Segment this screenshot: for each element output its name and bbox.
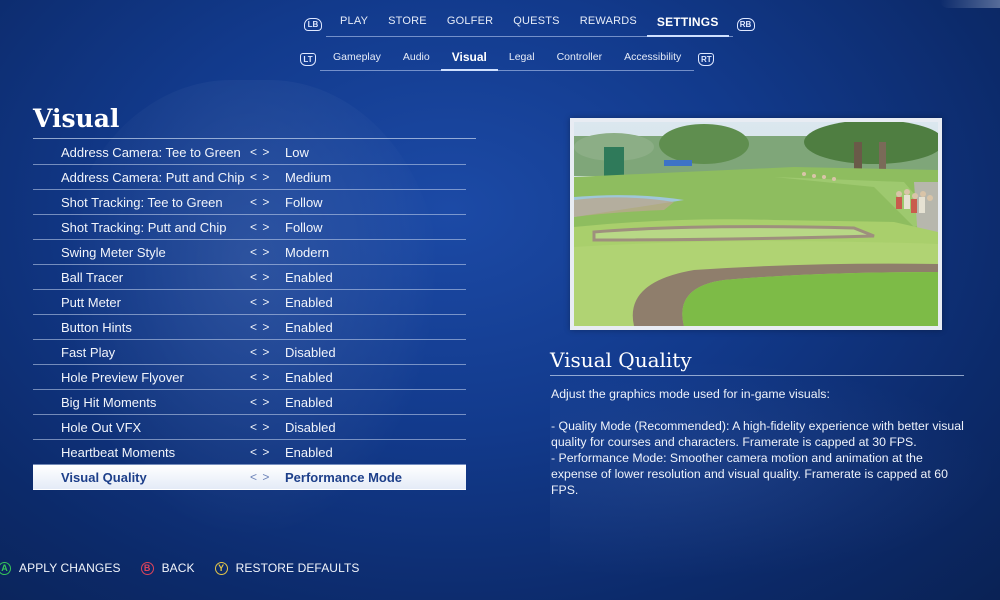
golf-course-illustration [574,122,938,326]
subtab-controller[interactable]: Controller [546,47,614,70]
settings-subnav-tabs: Gameplay Audio Visual Legal Controller A… [320,47,695,71]
settings-subnav: LT Gameplay Audio Visual Legal Controlle… [296,47,718,71]
restore-defaults-button[interactable]: Y RESTORE DEFAULTS [214,561,360,575]
tab-play[interactable]: PLAY [330,11,378,36]
setting-label: Ball Tracer [61,269,124,285]
setting-value: Disabled [285,344,336,360]
footer-button-hints: A APPLY CHANGES B BACK Y RESTORE DEFAULT… [0,561,380,575]
rt-trigger-icon[interactable]: RT [698,52,715,66]
lt-trigger-icon[interactable]: LT [300,52,316,66]
setting-label: Button Hints [61,319,132,335]
left-right-arrows-icon[interactable]: < > [250,445,270,459]
setting-row-visual-quality[interactable]: Visual Quality < > Performance Mode [33,465,466,490]
section-title: Visual [33,104,120,133]
setting-label: Shot Tracking: Putt and Chip [61,219,227,235]
description-body: Adjust the graphics mode used for in-gam… [551,387,964,497]
subtab-gameplay[interactable]: Gameplay [322,47,392,70]
setting-value: Enabled [285,319,333,335]
y-button-icon: Y [214,561,228,575]
left-right-arrows-icon[interactable]: < > [250,470,270,484]
setting-value: Follow [285,194,323,210]
setting-row-heartbeat-moments[interactable]: Heartbeat Moments < > Enabled [33,440,466,465]
setting-value: Modern [285,244,330,260]
left-right-arrows-icon[interactable]: < > [250,345,270,359]
left-right-arrows-icon[interactable]: < > [250,195,270,209]
subtab-accessibility[interactable]: Accessibility [613,47,692,70]
setting-label: Fast Play [61,344,116,360]
setting-value: Enabled [285,369,333,385]
setting-row-ball-tracer[interactable]: Ball Tracer < > Enabled [33,265,466,290]
setting-row-fast-play[interactable]: Fast Play < > Disabled [33,340,466,365]
setting-value: Performance Mode [285,469,403,485]
a-button-icon: A [0,561,11,575]
setting-row-swing-meter-style[interactable]: Swing Meter Style < > Modern [33,240,466,265]
setting-row-hole-out-vfx[interactable]: Hole Out VFX < > Disabled [33,415,466,440]
b-button-icon: B [140,561,154,575]
left-right-arrows-icon[interactable]: < > [250,395,270,409]
setting-label: Visual Quality [61,469,147,485]
setting-value: Enabled [285,294,333,310]
left-right-arrows-icon[interactable]: < > [250,420,270,434]
setting-row-shot-tracking-putt-and-chip[interactable]: Shot Tracking: Putt and Chip < > Follow [33,215,466,240]
setting-row-putt-meter[interactable]: Putt Meter < > Enabled [33,290,466,315]
left-right-arrows-icon[interactable]: < > [250,145,270,159]
setting-row-hole-preview-flyover[interactable]: Hole Preview Flyover < > Enabled [33,365,466,390]
setting-label: Shot Tracking: Tee to Green [61,194,223,210]
back-label: BACK [161,561,195,575]
apply-changes-label: APPLY CHANGES [19,561,121,575]
setting-value: Low [285,144,309,160]
left-right-arrows-icon[interactable]: < > [250,295,270,309]
main-nav: LB PLAY STORE GOLFER QUESTS REWARDS SETT… [300,11,759,37]
lb-bumper-icon[interactable]: LB [304,17,322,31]
tab-rewards[interactable]: REWARDS [570,11,647,36]
setting-value: Enabled [285,394,333,410]
setting-label: Hole Out VFX [61,419,142,435]
subtab-audio[interactable]: Audio [392,47,441,70]
setting-preview-image [570,118,942,330]
setting-value: Enabled [285,444,333,460]
setting-label: Hole Preview Flyover [61,369,184,385]
setting-label: Address Camera: Putt and Chip [61,169,245,185]
setting-value: Enabled [285,269,333,285]
left-right-arrows-icon[interactable]: < > [250,370,270,384]
back-button[interactable]: B BACK [140,561,195,575]
top-corner-decoration [940,0,1000,8]
setting-label: Heartbeat Moments [61,444,176,460]
left-right-arrows-icon[interactable]: < > [250,270,270,284]
subtab-legal[interactable]: Legal [498,47,546,70]
setting-row-shot-tracking-tee-to-green[interactable]: Shot Tracking: Tee to Green < > Follow [33,190,466,215]
main-nav-tabs: PLAY STORE GOLFER QUESTS REWARDS SETTING… [326,11,733,37]
setting-label: Swing Meter Style [61,244,166,260]
setting-label: Address Camera: Tee to Green [61,144,241,160]
left-right-arrows-icon[interactable]: < > [250,170,270,184]
setting-value: Disabled [285,419,336,435]
tab-store[interactable]: STORE [378,11,437,36]
setting-row-address-camera-putt-and-chip[interactable]: Address Camera: Putt and Chip < > Medium [33,165,466,190]
apply-changes-button[interactable]: A APPLY CHANGES [0,561,121,575]
left-right-arrows-icon[interactable]: < > [250,320,270,334]
setting-row-address-camera-tee-to-green[interactable]: Address Camera: Tee to Green < > Low [33,140,466,165]
setting-label: Big Hit Moments [61,394,157,410]
left-right-arrows-icon[interactable]: < > [250,245,270,259]
tab-settings[interactable]: SETTINGS [646,11,729,37]
left-right-arrows-icon[interactable]: < > [250,220,270,234]
tab-golfer[interactable]: GOLFER [437,11,503,36]
setting-row-big-hit-moments[interactable]: Big Hit Moments < > Enabled [33,390,466,415]
tab-quests[interactable]: QUESTS [503,11,569,36]
restore-defaults-label: RESTORE DEFAULTS [235,561,360,575]
settings-list: Address Camera: Tee to Green < > Low Add… [33,140,466,490]
setting-row-button-hints[interactable]: Button Hints < > Enabled [33,315,466,340]
subtab-visual[interactable]: Visual [440,47,498,71]
rb-bumper-icon[interactable]: RB [736,17,755,31]
description-divider [550,375,964,376]
section-title-divider [33,138,476,139]
setting-label: Putt Meter [61,294,121,310]
setting-value: Medium [285,169,332,185]
description-title: Visual Quality [550,348,692,372]
setting-value: Follow [285,219,323,235]
